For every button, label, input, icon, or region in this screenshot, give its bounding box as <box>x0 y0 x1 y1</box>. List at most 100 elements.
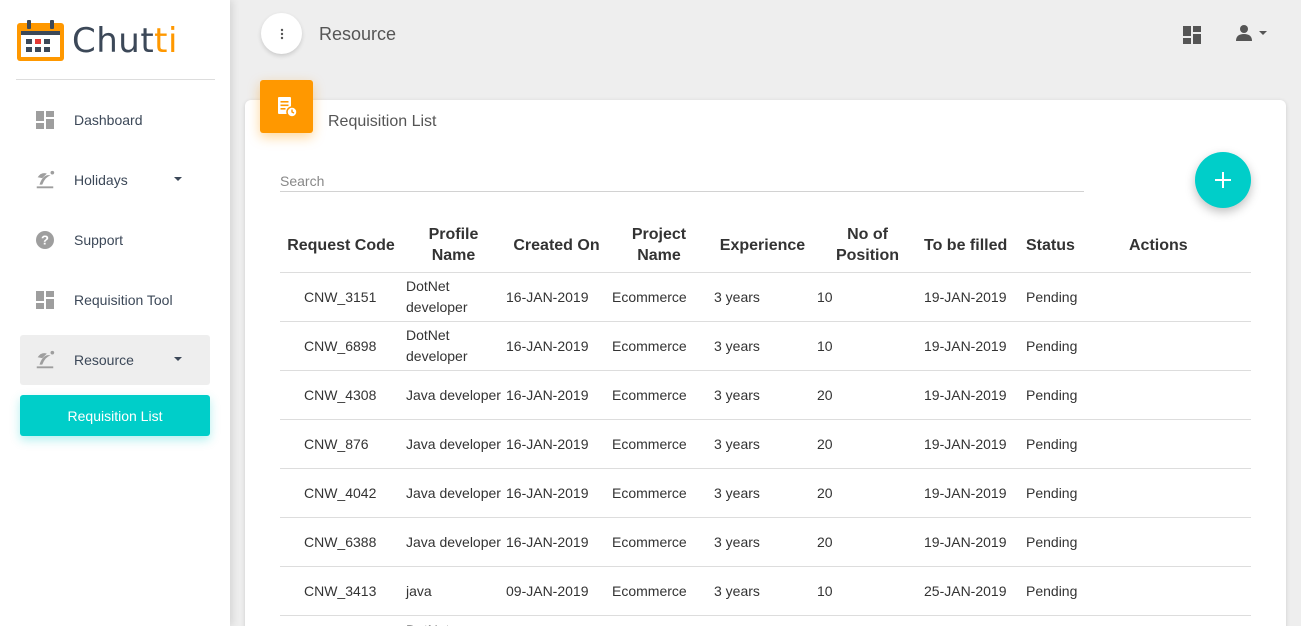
table-cell: Java developer <box>406 484 501 501</box>
table-cell: DotNet developer <box>406 278 468 315</box>
logo[interactable]: Chutti <box>17 20 178 61</box>
card-title: Requisition List <box>328 113 437 130</box>
table-cell <box>815 616 920 620</box>
table-cell: DotNet <box>402 616 505 626</box>
caret-down-icon <box>174 357 182 361</box>
sidebar-item-label: Support <box>74 232 124 248</box>
table-cell: 20 <box>817 484 833 501</box>
column-header[interactable]: Status <box>1022 218 1125 272</box>
more-vert-icon <box>280 28 283 39</box>
table-cell <box>1125 469 1251 517</box>
sidebar-item-requisition-tool[interactable]: Requisition Tool <box>20 275 210 325</box>
table-cell: Pending <box>1026 386 1078 403</box>
table-cell: 3 years <box>714 484 760 501</box>
sidebar-item-label: Requisition Tool <box>74 292 173 308</box>
dashboard-button[interactable] <box>1183 26 1201 44</box>
column-header[interactable]: To be filled <box>920 218 1022 272</box>
table-cell: Ecommerce <box>612 386 687 403</box>
table-cell: Ecommerce <box>612 435 687 452</box>
table-cell <box>608 616 710 620</box>
table-row[interactable]: CNW_4308 Java developer 16-JAN-2019 Ecom… <box>280 371 1251 420</box>
table-cell: 20 <box>817 435 833 452</box>
table-cell: Pending <box>1026 582 1078 599</box>
column-header[interactable]: Actions <box>1125 218 1251 272</box>
table-row[interactable]: CNW_4042 Java developer 16-JAN-2019 Ecom… <box>280 469 1251 518</box>
table-cell: CNW_6388 <box>304 533 377 550</box>
table-cell <box>280 616 402 620</box>
add-requisition-button[interactable] <box>1195 152 1251 208</box>
table-row[interactable]: CNW_6388 Java developer 16-JAN-2019 Ecom… <box>280 518 1251 567</box>
table-cell: 10 <box>817 337 833 354</box>
requisition-icon <box>260 80 313 133</box>
brand-name: Chutti <box>72 20 178 61</box>
column-header[interactable]: Project Name <box>608 218 710 272</box>
plus-icon <box>1215 172 1231 188</box>
table-cell <box>1022 616 1125 620</box>
dashboard-icon <box>1183 26 1201 44</box>
beach-icon <box>34 169 56 191</box>
table-cell: 20 <box>817 533 833 550</box>
sidebar: Chutti Dashboard Holidays ? Support Requ… <box>0 0 230 626</box>
sidebar-item-label: Dashboard <box>74 112 143 128</box>
table-row[interactable]: DotNet <box>280 616 1251 626</box>
column-header[interactable]: Experience <box>710 218 815 272</box>
table-cell: 10 <box>817 582 833 599</box>
column-header[interactable]: Created On <box>505 218 608 272</box>
sidebar-item-dashboard[interactable]: Dashboard <box>20 95 210 145</box>
sidebar-item-label: Resource <box>74 352 134 368</box>
table-cell: 16-JAN-2019 <box>506 435 589 452</box>
table-cell: 16-JAN-2019 <box>506 533 589 550</box>
caret-down-icon <box>1259 31 1267 35</box>
table-cell: Pending <box>1026 435 1078 452</box>
table-cell: CNW_4042 <box>304 484 377 501</box>
table-cell <box>710 616 815 620</box>
person-icon <box>1236 25 1252 41</box>
table-cell: 3 years <box>714 337 760 354</box>
sidebar-subitem-label: Requisition List <box>67 407 163 424</box>
table-cell <box>1125 273 1251 321</box>
table-cell: Ecommerce <box>612 288 687 305</box>
table-cell: 19-JAN-2019 <box>924 337 1007 354</box>
table-cell: 16-JAN-2019 <box>506 484 589 501</box>
table-row[interactable]: CNW_3413 java 09-JAN-2019 Ecommerce 3 ye… <box>280 567 1251 616</box>
sidebar-nav: Dashboard Holidays ? Support Requisition… <box>20 95 210 395</box>
table-cell <box>1125 518 1251 566</box>
sidebar-item-support[interactable]: ? Support <box>20 215 210 265</box>
table-header: Request Code Profile Name Created On Pro… <box>280 218 1251 273</box>
table-cell: DotNet developer <box>406 327 468 364</box>
table-cell: 19-JAN-2019 <box>924 435 1007 452</box>
table-cell: Pending <box>1026 484 1078 501</box>
table-cell: 16-JAN-2019 <box>506 288 589 305</box>
table-cell: Pending <box>1026 533 1078 550</box>
sidebar-subitem-requisition-list[interactable]: Requisition List <box>20 395 210 436</box>
table-cell: Ecommerce <box>612 582 687 599</box>
table-row[interactable]: CNW_6898 DotNet developer 16-JAN-2019 Ec… <box>280 322 1251 371</box>
table-row[interactable]: CNW_3151 DotNet developer 16-JAN-2019 Ec… <box>280 273 1251 322</box>
search-input[interactable] <box>280 170 1084 192</box>
table-cell: Pending <box>1026 288 1078 305</box>
page-title: Resource <box>319 24 397 44</box>
calendar-logo-icon <box>17 20 64 61</box>
svg-text:?: ? <box>41 233 49 248</box>
sidebar-item-holidays[interactable]: Holidays <box>20 155 210 205</box>
user-menu-button[interactable] <box>1235 24 1267 42</box>
table-cell: 3 years <box>714 288 760 305</box>
table-cell: 16-JAN-2019 <box>506 337 589 354</box>
table-cell: 19-JAN-2019 <box>924 386 1007 403</box>
help-icon: ? <box>34 229 56 251</box>
table-cell: Pending <box>1026 337 1078 354</box>
table-cell <box>505 616 608 620</box>
column-header[interactable]: No of Position <box>815 218 920 272</box>
sidebar-item-label: Holidays <box>74 172 128 188</box>
table-row[interactable]: CNW_876 Java developer 16-JAN-2019 Ecomm… <box>280 420 1251 469</box>
table-cell: 3 years <box>714 435 760 452</box>
dashboard-icon <box>34 109 56 131</box>
column-header[interactable]: Profile Name <box>402 218 505 272</box>
column-header[interactable]: Request Code <box>280 218 402 272</box>
table-cell: Ecommerce <box>612 337 687 354</box>
table-cell: 25-JAN-2019 <box>924 582 1007 599</box>
sidebar-item-resource[interactable]: Resource <box>20 335 210 385</box>
more-menu-button[interactable] <box>261 13 302 54</box>
table-cell <box>1125 371 1251 419</box>
caret-down-icon <box>174 177 182 181</box>
